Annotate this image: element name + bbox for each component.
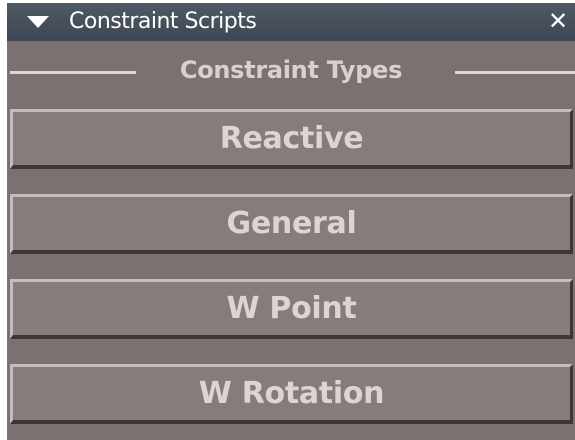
- w-point-button[interactable]: W Point: [10, 279, 573, 339]
- panel-title: Constraint Scripts: [69, 9, 257, 34]
- constraint-scripts-panel: Constraint Scripts ✕ Constraint Types Re…: [7, 3, 575, 440]
- section-divider-right: [455, 71, 575, 74]
- panel-titlebar[interactable]: Constraint Scripts ✕: [7, 3, 575, 41]
- reactive-button[interactable]: Reactive: [10, 109, 573, 169]
- close-icon[interactable]: ✕: [545, 8, 571, 34]
- section-header: Constraint Types: [7, 41, 575, 99]
- w-rotation-button[interactable]: W Rotation: [10, 364, 573, 424]
- triangle-down-icon[interactable]: [27, 16, 49, 28]
- general-button[interactable]: General: [10, 194, 573, 254]
- section-title: Constraint Types: [179, 56, 403, 84]
